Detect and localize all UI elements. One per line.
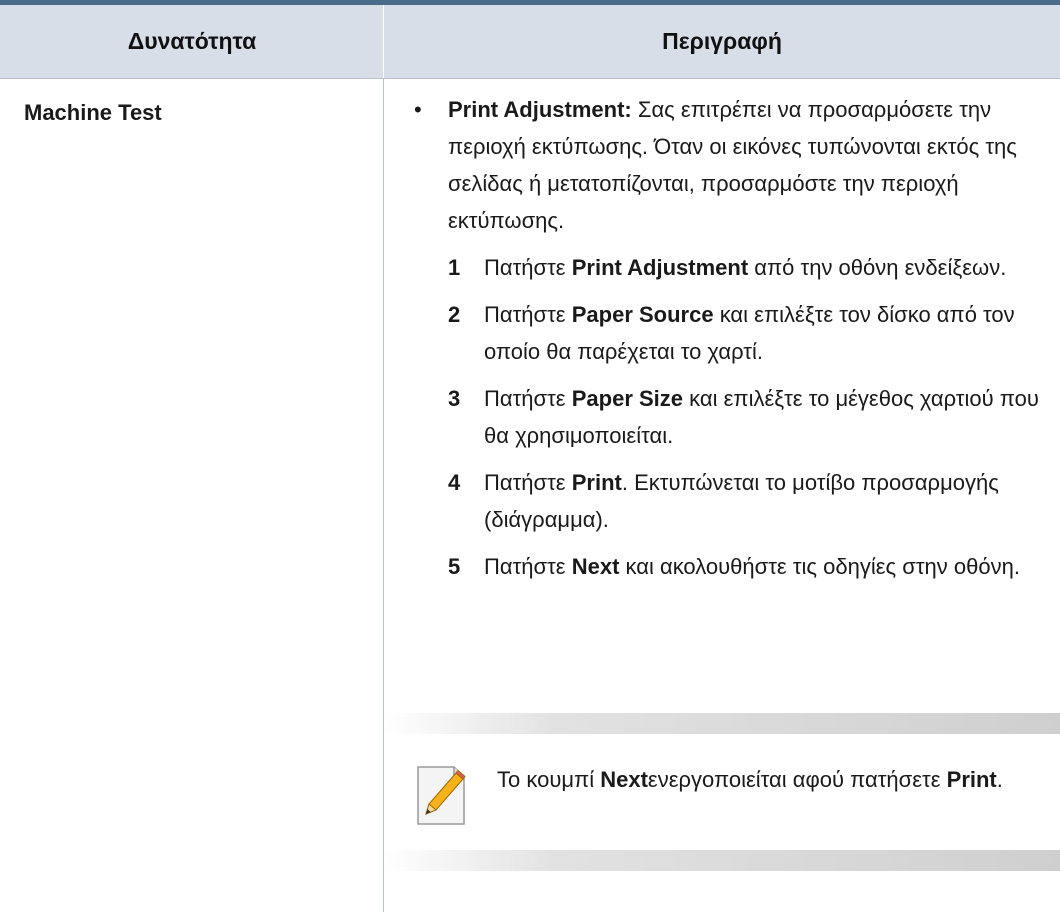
note-text-end: . [996,767,1003,792]
note-bottom-band [384,850,1060,871]
step-bold: Paper Source [571,302,714,327]
document-page: Δυνατότητα Περιγραφή Machine Test • Prin… [0,0,1060,912]
step-text: Πατήστε [484,302,572,327]
step-bold: Print Adjustment [571,255,749,280]
step-text: Πατήστε [484,386,572,411]
header-description: Περιγραφή [662,28,782,54]
step-list: 1 Πατήστε Print Adjustment από την οθόνη… [414,249,1054,585]
step-text-end: και ακολουθήστε τις οδηγίες στην οθόνη. [619,554,1020,579]
step-item: 2 Πατήστε Paper Source και επιλέξτε τον … [414,296,1054,370]
step-bold: Next [571,554,620,579]
bullet-title: Print Adjustment: [448,97,632,122]
step-bold: Print [571,470,622,495]
step-item: 1 Πατήστε Print Adjustment από την οθόνη… [414,249,1054,286]
bullet-item: • Print Adjustment: Σας επιτρέπει να προ… [414,91,1054,239]
step-text: Πατήστε [484,255,572,280]
step-number: 4 [448,470,461,495]
header-bottom-rule [0,78,1060,79]
note-bold-print: Print [946,767,997,792]
bullet-dot: • [414,97,422,122]
step-text: Πατήστε [484,470,572,495]
step-text-end: από την οθόνη ενδείξεων. [748,255,1007,280]
note-text: Το κουμπί Nextενεργοποιείται αφού πατήσε… [497,761,1037,798]
table-header: Δυνατότητα Περιγραφή [0,5,1060,78]
note-bold-next: Next [600,767,648,792]
step-item: 4 Πατήστε Print. Εκτυπώνεται το μοτίβο π… [414,464,1054,538]
note-top-band [384,713,1060,734]
note-pencil-icon [414,762,468,828]
feature-cell: Machine Test [24,100,162,125]
step-number: 2 [448,302,461,327]
step-number: 5 [448,554,461,579]
note-text-part: ενεργοποιείται αφού πατήσετε [647,767,947,792]
step-item: 5 Πατήστε Next και ακολουθήστε τις οδηγί… [414,548,1054,585]
header-divider [383,5,384,78]
step-text: Πατήστε [484,554,572,579]
note-box: Το κουμπί Nextενεργοποιείται αφού πατήσε… [384,713,1060,871]
step-item: 3 Πατήστε Paper Size και επιλέξτε το μέγ… [414,380,1054,454]
description-cell: • Print Adjustment: Σας επιτρέπει να προ… [414,91,1054,585]
step-number: 3 [448,386,461,411]
note-text-part: Το κουμπί [497,767,601,792]
step-bold: Paper Size [571,386,684,411]
step-number: 1 [448,255,461,280]
header-feature: Δυνατότητα [127,28,257,54]
